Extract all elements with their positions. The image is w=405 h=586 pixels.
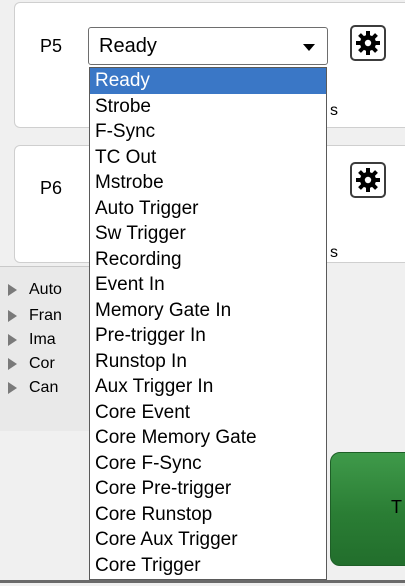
tree-item[interactable]: Cor [8, 355, 55, 373]
port-p5-mode-select[interactable]: Ready [88, 27, 328, 65]
dropdown-option[interactable]: Core Trigger [90, 553, 326, 579]
dropdown-option[interactable]: Runstop In [90, 349, 326, 375]
port-p5-mode-value: Ready [99, 35, 157, 57]
dropdown-option[interactable]: Core Runstop [90, 502, 326, 528]
tree-item[interactable]: Can [8, 379, 58, 397]
green-action-button[interactable]: T [330, 452, 405, 566]
gear-icon [356, 31, 380, 55]
port-p5-label: P5 [40, 36, 63, 56]
gear-icon [356, 168, 380, 192]
port-p6-label: P6 [40, 178, 63, 198]
port-p5-settings-button[interactable] [350, 25, 386, 61]
dropdown-option[interactable]: Core Event [90, 400, 326, 426]
dropdown-option[interactable]: F-Sync [90, 119, 326, 145]
tree-item[interactable]: Auto [8, 281, 62, 299]
triangle-right-icon[interactable] [8, 382, 17, 394]
dropdown-option[interactable]: Mstrobe [90, 170, 326, 196]
tree-panel: Auto Fran Ima Cor Can [0, 266, 100, 431]
tree-item[interactable]: Ima [8, 331, 56, 349]
dropdown-option[interactable]: Event In [90, 272, 326, 298]
port-p5-partial-text: s [330, 102, 338, 119]
dropdown-option[interactable]: Pre-trigger In [90, 323, 326, 349]
tree-item[interactable]: Fran [8, 307, 62, 325]
triangle-right-icon[interactable] [8, 310, 17, 322]
dropdown-option[interactable]: Sw Trigger [90, 221, 326, 247]
dropdown-option[interactable]: TC Out [90, 145, 326, 171]
triangle-right-icon[interactable] [8, 334, 17, 346]
dropdown-option[interactable]: Core Memory Gate [90, 425, 326, 451]
dropdown-option[interactable]: Auto Trigger [90, 196, 326, 222]
dropdown-option[interactable]: Memory Gate In [90, 298, 326, 324]
chevron-down-icon[interactable] [303, 44, 315, 51]
green-action-button-label: T [391, 497, 402, 517]
triangle-right-icon[interactable] [8, 284, 17, 296]
dropdown-option[interactable]: Core F-Sync [90, 451, 326, 477]
port-p6-settings-button[interactable] [350, 162, 386, 198]
port-mode-dropdown-list[interactable]: Ready Strobe F-Sync TC Out Mstrobe Auto Trigg… [89, 67, 327, 580]
dropdown-option[interactable]: Recording [90, 247, 326, 273]
dropdown-option[interactable]: Ready [90, 68, 326, 94]
dropdown-option[interactable]: Core Pre-trigger [90, 476, 326, 502]
triangle-right-icon[interactable] [8, 358, 17, 370]
bottom-divider [0, 580, 405, 583]
dropdown-option[interactable]: Strobe [90, 94, 326, 120]
port-p6-partial-text: s [330, 244, 338, 261]
dropdown-option[interactable]: Core Aux Trigger [90, 527, 326, 553]
dropdown-option[interactable]: Aux Trigger In [90, 374, 326, 400]
